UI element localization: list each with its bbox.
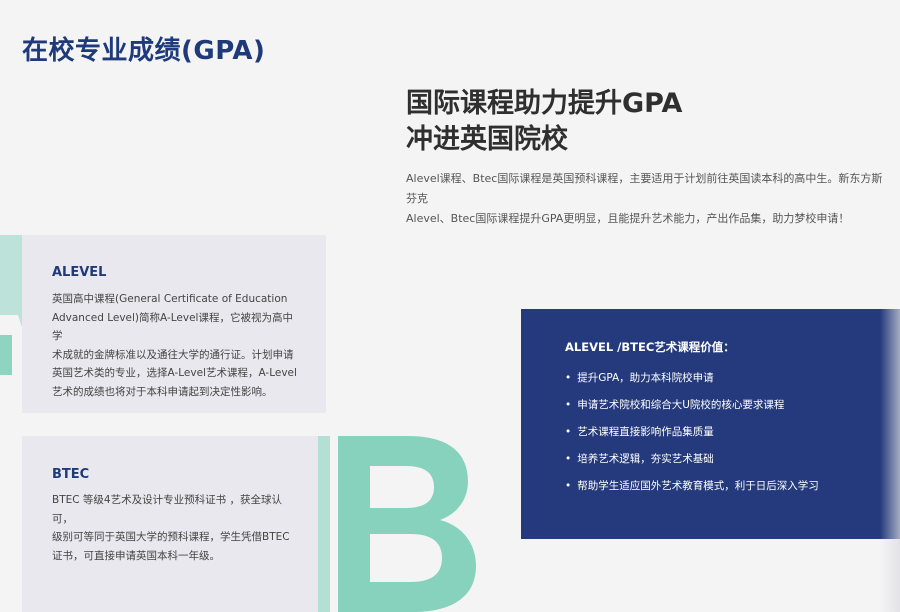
list-item: • 帮助学生适应国外艺术教育模式，利于日后深入学习	[565, 479, 819, 506]
hero-description-line1: Alevel课程、Btec国际课程是英国预科课程，主要适用于计划前往英国读本科的…	[406, 172, 883, 205]
bullet-icon: •	[565, 426, 572, 438]
btec-description: BTEC 等级4艺术及设计专业预科证书 ，获全球认可， 级别可等同于英国大学的预…	[52, 491, 302, 565]
list-item: • 培养艺术逻辑，夯实艺术基础	[565, 452, 819, 479]
course-value-title: ALEVEL /BTEC艺术课程价值：	[565, 340, 735, 354]
edge-shadow	[880, 309, 900, 612]
list-item-text: 提升GPA，助力本科院校申请	[577, 372, 714, 384]
list-item: • 提升GPA，助力本科院校申请	[565, 371, 819, 398]
alevel-description: 英国高中课程(General Certificate of Education …	[52, 290, 300, 401]
hero-title-line2: 冲进英国院校	[406, 124, 568, 155]
btec-line: BTEC 等级4艺术及设计专业预科证书 ，获全球认可，	[52, 494, 282, 525]
hero-title-line1: 国际课程助力提升GPA	[406, 88, 683, 119]
bullet-icon: •	[565, 372, 572, 384]
hero-description-line2: Alevel、Btec国际课程提升GPA更明显，且能提升艺术能力，产出作品集，助…	[406, 212, 850, 225]
list-item-text: 培养艺术逻辑，夯实艺术基础	[577, 453, 714, 465]
list-item: • 艺术课程直接影响作品集质量	[565, 425, 819, 452]
alevel-card: ALEVEL 英国高中课程(General Certificate of Edu…	[22, 235, 326, 413]
list-item-text: 申请艺术院校和综合大U院校的核心要求课程	[577, 399, 785, 411]
list-item-text: 艺术课程直接影响作品集质量	[577, 426, 714, 438]
list-item: • 申请艺术院校和综合大U院校的核心要求课程	[565, 398, 819, 425]
alevel-line: 艺术的成绩也将对于本科申请起到决定性影响。	[52, 385, 273, 398]
course-value-panel: ALEVEL /BTEC艺术课程价值： • 提升GPA，助力本科院校申请 • 申请艺…	[521, 309, 900, 539]
list-item-text: 帮助学生适应国外艺术教育模式，利于日后深入学习	[577, 480, 819, 492]
bullet-icon: •	[565, 453, 572, 465]
bullet-icon: •	[565, 399, 572, 411]
hero-description: Alevel课程、Btec国际课程是英国预科课程，主要适用于计划前往英国读本科的…	[406, 169, 886, 229]
alevel-line: 术成就的金牌标准以及通往大学的通行证。计划申请	[52, 348, 294, 361]
alevel-line: 英国艺术类的专业，选择A-Level艺术课程，A-Level	[52, 367, 297, 379]
btec-card: BTEC BTEC 等级4艺术及设计专业预科证书 ，获全球认可， 级别可等同于英…	[22, 436, 318, 612]
btec-line: 级别可等同于英国大学的预科课程，学生凭借BTEC	[52, 531, 290, 543]
page-title: 在校专业成绩(GPA)	[22, 36, 266, 66]
alevel-line: 英国高中课程(General Certificate of Education	[52, 293, 288, 305]
letter-b-decoration	[318, 436, 476, 612]
bullet-icon: •	[565, 480, 572, 492]
btec-title: BTEC	[52, 467, 90, 482]
alevel-line: Advanced Level)简称A-Level课程，它被视为高中学	[52, 311, 293, 343]
btec-line: 证书，可直接申请英国本科一年级。	[52, 549, 220, 562]
course-value-list: • 提升GPA，助力本科院校申请 • 申请艺术院校和综合大U院校的核心要求课程 • 艺…	[565, 371, 819, 506]
alevel-title: ALEVEL	[52, 265, 107, 280]
hero-title: 国际课程助力提升GPA 冲进英国院校	[406, 86, 682, 158]
